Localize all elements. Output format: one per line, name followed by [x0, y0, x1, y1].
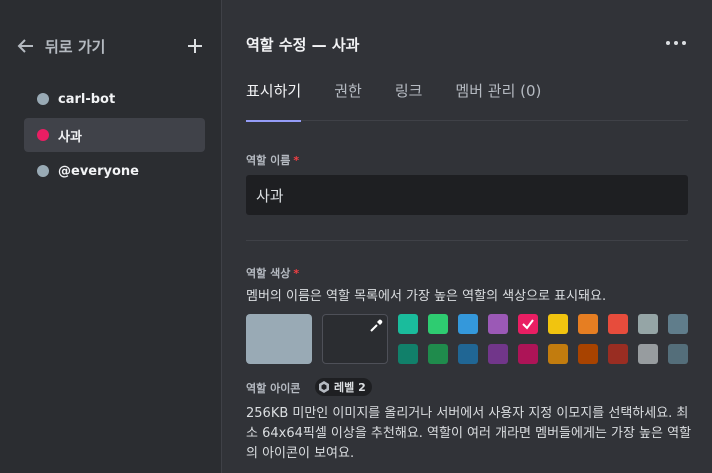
color-chip[interactable]	[578, 344, 598, 364]
page-title: 역할 수정 — 사과	[246, 36, 360, 54]
level-badge: 레벨 2	[315, 378, 372, 396]
arrow-left-icon[interactable]	[17, 37, 35, 55]
tab-links[interactable]: 링크	[395, 80, 423, 121]
color-chip[interactable]	[608, 344, 628, 364]
role-icon-description: 256KB 미만인 이미지를 올리거나 서버에서 사용자 지정 이모지를 선택하…	[246, 406, 692, 461]
color-chip[interactable]	[518, 344, 538, 364]
tab-display[interactable]: 표시하기	[246, 80, 302, 122]
role-item-everyone[interactable]: @everyone	[24, 154, 205, 188]
color-chip[interactable]	[398, 344, 418, 364]
required-mark: *	[293, 154, 300, 167]
color-chip[interactable]	[458, 344, 478, 364]
tab-manage-members[interactable]: 멤버 관리 (0)	[455, 80, 541, 121]
role-color-label-text: 역할 색상	[246, 267, 291, 280]
color-chip[interactable]	[488, 314, 508, 334]
eyedropper-icon	[370, 319, 383, 332]
more-options-icon[interactable]	[666, 35, 686, 51]
required-mark: *	[293, 267, 300, 280]
color-chip[interactable]	[428, 344, 448, 364]
color-chip[interactable]	[578, 314, 598, 334]
dot	[674, 41, 678, 45]
role-name-label-text: 역할 이름	[246, 154, 291, 167]
add-role-icon[interactable]	[187, 38, 203, 54]
boost-gem-icon	[319, 381, 329, 393]
color-chip-selected[interactable]	[518, 314, 538, 334]
color-chip[interactable]	[668, 314, 688, 334]
role-name: carl-bot	[58, 91, 116, 107]
default-color-swatch[interactable]	[246, 314, 312, 364]
palette-row-top	[398, 314, 690, 334]
color-chip[interactable]	[638, 314, 658, 334]
role-list: carl-bot 사과 @everyone	[24, 82, 205, 190]
checkmark-icon	[522, 319, 534, 330]
role-item-carl-bot[interactable]: carl-bot	[24, 82, 205, 116]
color-chip[interactable]	[608, 314, 628, 334]
role-color-dot	[37, 165, 49, 177]
dot	[682, 41, 686, 45]
color-chip[interactable]	[428, 314, 448, 334]
role-color-label: 역할 색상 *	[246, 265, 299, 281]
role-color-dot	[37, 93, 49, 105]
color-chip[interactable]	[488, 344, 508, 364]
role-name-label: 역할 이름 *	[246, 152, 299, 168]
role-name: @everyone	[58, 163, 139, 179]
back-label[interactable]: 뒤로 가기	[45, 36, 105, 57]
palette-row-bottom	[398, 344, 690, 364]
tab-bar: 표시하기 권한 링크 멤버 관리 (0)	[246, 80, 688, 122]
role-color-description: 멤버의 이름은 역할 목록에서 가장 높은 역할의 색상으로 표시돼요.	[246, 289, 607, 304]
back-row[interactable]: 뒤로 가기	[17, 34, 203, 58]
color-chip[interactable]	[548, 344, 568, 364]
dot	[666, 41, 670, 45]
color-chip[interactable]	[458, 314, 478, 334]
role-icon-label: 역할 아이콘	[246, 382, 301, 395]
role-item-apple[interactable]: 사과	[24, 118, 205, 152]
level-badge-text: 레벨 2	[334, 381, 366, 394]
divider	[246, 240, 688, 241]
color-chip[interactable]	[398, 314, 418, 334]
color-chip[interactable]	[638, 344, 658, 364]
custom-color-swatch[interactable]	[322, 314, 388, 364]
role-name-input[interactable]	[246, 175, 688, 215]
color-palette	[398, 314, 690, 374]
role-name: 사과	[58, 129, 82, 145]
tab-permissions[interactable]: 권한	[334, 80, 362, 121]
main-panel: 역할 수정 — 사과 표시하기 권한 링크 멤버 관리 (0) 역할 이름* 역…	[223, 0, 712, 473]
sidebar: 뒤로 가기 carl-bot 사과 @everyone	[0, 0, 222, 473]
color-chip[interactable]	[668, 344, 688, 364]
color-chip[interactable]	[548, 314, 568, 334]
role-color-dot	[37, 129, 49, 141]
